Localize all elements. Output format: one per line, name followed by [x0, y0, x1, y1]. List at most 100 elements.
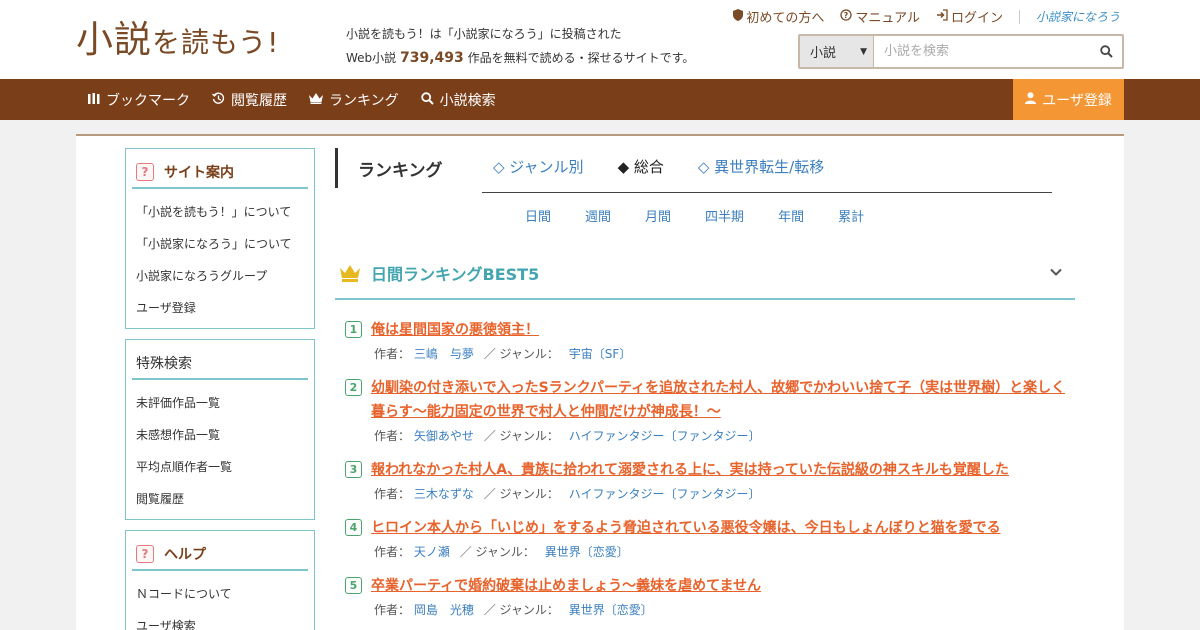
period-links: 日間 週間 月間 四半期 年間 累計: [525, 206, 864, 225]
author-label: 作者：: [374, 487, 411, 501]
chevron-down-icon: ▼: [860, 46, 867, 57]
question-icon: ?: [136, 545, 154, 563]
question-circle-icon: ?: [840, 9, 852, 24]
sidebar-item-ncode[interactable]: Ｎコードについて: [136, 577, 314, 609]
work-count: 739,493: [400, 50, 464, 66]
best5-header: 日間ランキングBEST5: [335, 248, 1075, 300]
main-nav: ブックマーク 閲覧履歴 ランキング 小説検索 ユーザ登録: [0, 79, 1200, 120]
author-label: 作者：: [374, 545, 411, 559]
genre-label: ／ ジャンル：: [483, 603, 559, 617]
search-icon: [420, 91, 434, 108]
period-weekly[interactable]: 週間: [585, 206, 611, 225]
work-title-link[interactable]: ヒロイン本人から「いじめ」をするよう脅迫されている悪役令嬢は、今日もしょんぼりと…: [371, 516, 1001, 540]
nav-ranking[interactable]: ランキング: [309, 90, 399, 110]
tab-genre[interactable]: ◇ ジャンル別: [493, 156, 584, 177]
tagline-prefix: Web小説: [346, 51, 397, 65]
work-meta: 作者： 三嶋 与夢 ／ ジャンル： 宇宙〔SF〕: [374, 342, 1075, 366]
ranking-tabs: ◇ ジャンル別 ◆ 総合 ◇ 異世界転生/転移: [493, 156, 824, 177]
sidebar-item-user-search[interactable]: ユーザ検索: [136, 609, 314, 630]
author-link[interactable]: 矢御あやせ: [414, 429, 474, 443]
author-label: 作者：: [374, 429, 411, 443]
search-button[interactable]: [1090, 36, 1122, 67]
crown-icon: [309, 92, 323, 107]
narou-brand-link[interactable]: 小説家になろう: [1036, 8, 1120, 25]
tab-overall[interactable]: ◆ 総合: [618, 156, 664, 177]
period-total[interactable]: 累計: [838, 206, 864, 225]
sidebar-item-history[interactable]: 閲覧履歴: [136, 482, 314, 514]
sidebar-item-about-narou[interactable]: 「小説家になろう」について: [136, 227, 314, 259]
chevron-down-icon[interactable]: [1049, 265, 1063, 279]
logo-small: を読もう!: [152, 26, 280, 59]
work-title-link[interactable]: 報われなかった村人A、貴族に拾われて溺愛される上に、実は持っていた伝説級の神スキ…: [371, 458, 1009, 482]
genre-label: ／ ジャンル：: [459, 545, 535, 559]
sidebar-title: ? ヘルプ: [132, 539, 308, 571]
user-icon: [1025, 91, 1037, 108]
sidebar-item-user-register[interactable]: ユーザ登録: [136, 291, 314, 323]
author-link[interactable]: 天ノ瀬: [414, 545, 450, 559]
rank-number: 4: [345, 519, 362, 536]
beginners-link[interactable]: 初めての方へ: [733, 7, 824, 26]
site-header: 小説を読もう! 小説を読もう！は「小説家になろう」に投稿された Web小説 73…: [0, 0, 1200, 79]
search-icon: [1099, 45, 1113, 58]
period-monthly[interactable]: 月間: [645, 206, 671, 225]
period-quarterly[interactable]: 四半期: [705, 206, 744, 225]
nav-search-label: 小説検索: [439, 92, 496, 109]
sidebar-item-narou-group[interactable]: 小説家になろうグループ: [136, 259, 314, 291]
search-input[interactable]: [874, 36, 1090, 67]
author-link[interactable]: 岡島 光穂: [414, 603, 474, 617]
login-icon: [936, 9, 948, 24]
period-daily[interactable]: 日間: [525, 206, 551, 225]
genre-label: ／ ジャンル：: [483, 487, 559, 501]
narou-brand-label: 小説家になろう: [1035, 10, 1120, 24]
question-icon: ?: [136, 163, 154, 181]
site-logo[interactable]: 小説を読もう!: [76, 16, 279, 67]
work-title-link[interactable]: 幼馴染の付き添いで入ったSランクパーティを追放された村人、故郷でかわいい捨て子（…: [342, 376, 1075, 424]
genre-label: ／ ジャンル：: [483, 347, 559, 361]
genre-link[interactable]: ハイファンタジー〔ファンタジー〕: [569, 429, 761, 443]
genre-link[interactable]: 異世界〔恋愛〕: [569, 603, 653, 617]
nav-ranking-label: ランキング: [329, 92, 399, 109]
author-label: 作者：: [374, 603, 411, 617]
genre-link[interactable]: 宇宙〔SF〕: [569, 347, 632, 361]
sidebar-item-about-yomou[interactable]: 「小説を読もう！」について: [136, 195, 314, 227]
top-links: 初めての方へ ? マニュアル ログイン 小説家になろう: [733, 7, 1120, 26]
work-meta: 作者： 三木なずな ／ ジャンル： ハイファンタジー〔ファンタジー〕: [374, 482, 1075, 506]
sidebar-title: ? サイト案内: [132, 157, 308, 189]
history-icon: [212, 91, 225, 108]
search-type-value: 小説: [810, 46, 837, 61]
genre-link[interactable]: ハイファンタジー〔ファンタジー〕: [569, 487, 761, 501]
login-link[interactable]: ログイン: [936, 7, 1003, 26]
author-link[interactable]: 三嶋 与夢: [414, 347, 474, 361]
list-item: 1 俺は星間国家の悪徳領主！ 作者： 三嶋 与夢 ／ ジャンル： 宇宙〔SF〕: [345, 318, 1075, 366]
manual-label: マニュアル: [855, 11, 920, 26]
search-type-select[interactable]: 小説 ▼: [800, 36, 874, 67]
tab-isekai[interactable]: ◇ 異世界転生/転移: [698, 156, 824, 177]
tagline-line1: 小説を読もう！は「小説家になろう」に投稿された: [346, 27, 622, 41]
rank-number: 5: [345, 577, 362, 594]
sidebar-special-search: 特殊検索 未評価作品一覧 未感想作品一覧 平均点順作者一覧 閲覧履歴: [125, 339, 315, 520]
list-item: 3 報われなかった村人A、貴族に拾われて溺愛される上に、実は持っていた伝説級の神…: [345, 458, 1075, 506]
period-yearly[interactable]: 年間: [778, 206, 804, 225]
work-title-link[interactable]: 俺は星間国家の悪徳領主！: [371, 318, 539, 342]
shield-icon: [733, 9, 744, 24]
ranking-header: ランキング: [335, 148, 443, 188]
genre-link[interactable]: 異世界〔恋愛〕: [545, 545, 629, 559]
toplink-divider: [1018, 9, 1020, 24]
svg-text:?: ?: [844, 11, 849, 20]
sidebar-item-avg-authors[interactable]: 平均点順作者一覧: [136, 450, 314, 482]
login-label: ログイン: [950, 11, 1003, 26]
nav-bookmark[interactable]: ブックマーク: [88, 90, 190, 110]
author-link[interactable]: 三木なずな: [414, 487, 474, 501]
nav-search[interactable]: 小説検索: [420, 90, 496, 110]
ranking-divider: [482, 192, 1052, 193]
manual-link[interactable]: ? マニュアル: [840, 7, 920, 26]
nav-history[interactable]: 閲覧履歴: [212, 90, 287, 110]
register-button[interactable]: ユーザ登録: [1013, 79, 1124, 120]
sidebar-site-guide: ? サイト案内 「小説を読もう！」について 「小説家になろう」について 小説家に…: [125, 148, 315, 329]
sidebar-item-no-impressions[interactable]: 未感想作品一覧: [136, 418, 314, 450]
work-title-link[interactable]: 卒業パーティで婚約破棄は止めましょう～義妹を虐めてません: [371, 574, 761, 598]
sidebar-item-unrated[interactable]: 未評価作品一覧: [136, 386, 314, 418]
register-label: ユーザ登録: [1042, 92, 1112, 109]
nav-bookmark-label: ブックマーク: [106, 92, 190, 109]
sidebar-title: 特殊検索: [132, 348, 308, 380]
